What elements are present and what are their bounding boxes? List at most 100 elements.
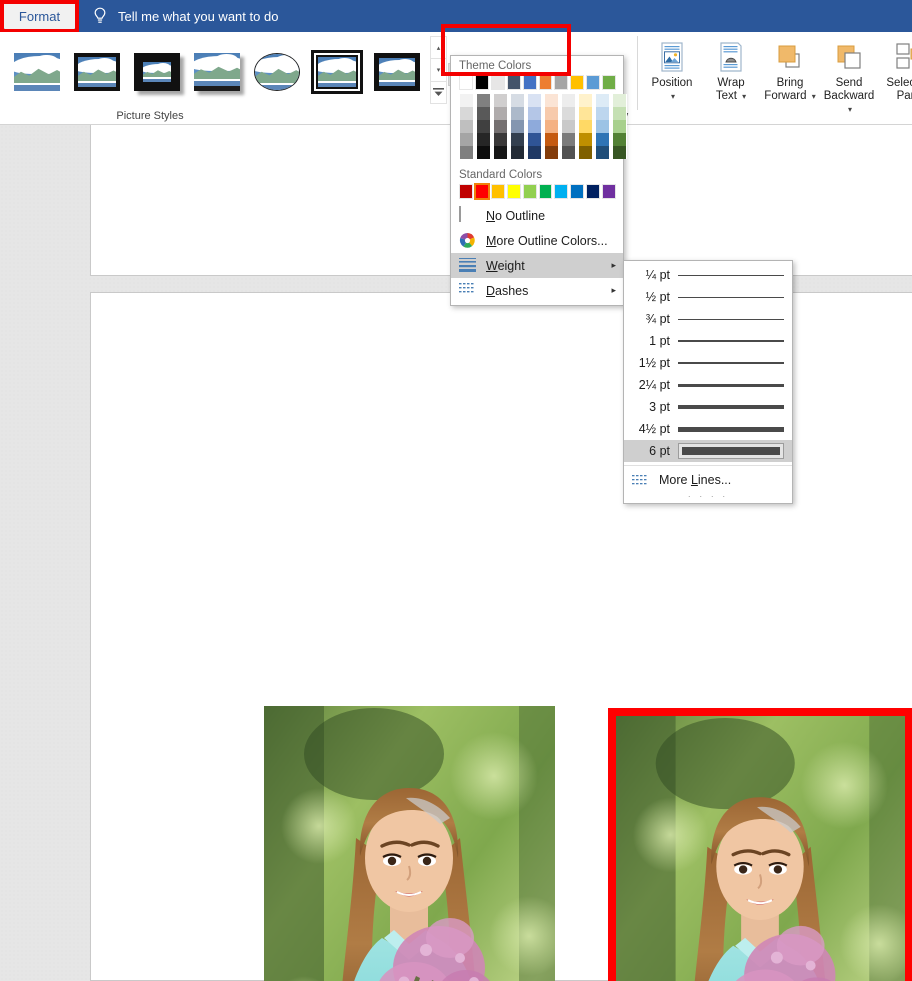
- theme-shade-swatch-1-4[interactable]: [476, 146, 491, 159]
- theme-shade-swatch-5-2[interactable]: [544, 120, 559, 133]
- theme-shade-swatch-1-1[interactable]: [476, 107, 491, 120]
- picture-style-oval[interactable]: [248, 43, 304, 99]
- weight-option-2[interactable]: ¾ pt: [624, 308, 792, 330]
- theme-shade-swatch-4-4[interactable]: [527, 146, 542, 159]
- theme-shade-swatch-8-1[interactable]: [595, 107, 610, 120]
- selection-pane-button[interactable]: Selection Pane: [876, 40, 912, 114]
- theme-shade-swatch-6-0[interactable]: [561, 94, 576, 107]
- theme-shade-swatch-9-3[interactable]: [612, 133, 627, 146]
- theme-shade-swatch-9-1[interactable]: [612, 107, 627, 120]
- theme-shade-swatch-4-3[interactable]: [527, 133, 542, 146]
- theme-shade-swatch-5-3[interactable]: [544, 133, 559, 146]
- theme-color-swatch-3[interactable]: [506, 75, 521, 90]
- theme-shade-swatch-2-2[interactable]: [493, 120, 508, 133]
- more-outline-colors-item[interactable]: More Outline Colors...: [451, 228, 623, 253]
- theme-shade-swatch-7-1[interactable]: [578, 107, 593, 120]
- theme-shade-swatch-7-4[interactable]: [578, 146, 593, 159]
- standard-color-swatch-0[interactable]: [459, 184, 473, 199]
- weight-option-7[interactable]: 4½ pt: [624, 418, 792, 440]
- weight-options-list[interactable]: ¼ pt ½ pt ¾ pt 1 pt 1½ pt 2¼ pt 3 pt 4½ pt 6 pt: [624, 264, 792, 462]
- picture-style-bevel-rectangle[interactable]: [368, 43, 424, 99]
- tell-me-box[interactable]: Tell me what you want to do: [92, 0, 278, 32]
- tab-format[interactable]: Format: [4, 3, 75, 29]
- theme-color-swatch-1[interactable]: [474, 75, 489, 90]
- theme-shade-swatch-4-2[interactable]: [527, 120, 542, 133]
- theme-shade-swatch-6-1[interactable]: [561, 107, 576, 120]
- picture-style-double-frame-black[interactable]: [308, 43, 364, 99]
- theme-shade-swatch-9-2[interactable]: [612, 120, 627, 133]
- send-backward-button[interactable]: Send Backward ▾: [820, 40, 878, 114]
- theme-color-swatch-7[interactable]: [570, 75, 585, 90]
- picture-with-red-border[interactable]: [608, 708, 912, 981]
- theme-shade-swatch-2-3[interactable]: [493, 133, 508, 146]
- standard-color-swatch-9[interactable]: [602, 184, 617, 199]
- weight-option-6[interactable]: 3 pt: [624, 396, 792, 418]
- theme-shade-swatch-3-0[interactable]: [510, 94, 525, 107]
- theme-color-swatch-5[interactable]: [538, 75, 553, 90]
- standard-color-swatch-7[interactable]: [570, 184, 585, 199]
- theme-shade-swatch-1-2[interactable]: [476, 120, 491, 133]
- gallery-more-button[interactable]: [431, 81, 446, 103]
- more-lines-item[interactable]: More Lines...: [624, 468, 792, 492]
- standard-color-swatch-1[interactable]: [473, 183, 490, 200]
- dashes-item[interactable]: Dashes ▸: [451, 278, 623, 303]
- theme-shade-swatch-5-1[interactable]: [544, 107, 559, 120]
- submenu-grip[interactable]: · · · ·: [624, 492, 792, 503]
- weight-option-1[interactable]: ½ pt: [624, 286, 792, 308]
- theme-shade-swatch-2-0[interactable]: [493, 94, 508, 107]
- gallery-scroll-up-button[interactable]: ▴: [431, 37, 446, 60]
- weight-option-8[interactable]: 6 pt: [624, 440, 792, 462]
- theme-shade-swatch-3-3[interactable]: [510, 133, 525, 146]
- standard-color-swatch-5[interactable]: [538, 184, 553, 199]
- weight-option-0[interactable]: ¼ pt: [624, 264, 792, 286]
- standard-color-swatch-4[interactable]: [522, 184, 537, 199]
- theme-shade-swatch-8-4[interactable]: [595, 146, 610, 159]
- theme-shade-swatch-4-1[interactable]: [527, 107, 542, 120]
- theme-shades-grid[interactable]: [451, 90, 627, 165]
- weight-option-5[interactable]: 2¼ pt: [624, 374, 792, 396]
- theme-shade-swatch-3-2[interactable]: [510, 120, 525, 133]
- theme-shade-swatch-0-4[interactable]: [459, 146, 474, 159]
- theme-shade-swatch-6-2[interactable]: [561, 120, 576, 133]
- theme-shade-swatch-5-0[interactable]: [544, 94, 559, 107]
- theme-shade-swatch-3-1[interactable]: [510, 107, 525, 120]
- weight-item[interactable]: Weight ▸: [451, 253, 623, 278]
- picture-styles-gallery[interactable]: [0, 36, 428, 106]
- standard-color-swatch-8[interactable]: [586, 184, 601, 199]
- theme-color-swatch-4[interactable]: [522, 75, 537, 90]
- theme-shade-swatch-8-0[interactable]: [595, 94, 610, 107]
- theme-shade-swatch-5-4[interactable]: [544, 146, 559, 159]
- picture-style-soft-edge[interactable]: [8, 43, 64, 99]
- position-button[interactable]: Position ▾: [643, 40, 701, 114]
- theme-shade-swatch-8-2[interactable]: [595, 120, 610, 133]
- picture-style-simple-frame-black[interactable]: [68, 43, 124, 99]
- gallery-scroll-controls[interactable]: ▴ ▾: [430, 36, 447, 104]
- standard-colors-row[interactable]: [451, 183, 623, 203]
- theme-color-swatch-8[interactable]: [586, 75, 601, 90]
- theme-color-swatch-9[interactable]: [602, 75, 617, 90]
- theme-shade-swatch-1-0[interactable]: [476, 94, 491, 107]
- standard-color-swatch-2[interactable]: [490, 184, 505, 199]
- bring-forward-button[interactable]: Bring Forward ▾: [761, 40, 819, 114]
- standard-color-swatch-3[interactable]: [506, 184, 521, 199]
- weight-option-4[interactable]: 1½ pt: [624, 352, 792, 374]
- theme-color-swatch-0[interactable]: [459, 75, 473, 90]
- theme-colors-row[interactable]: [451, 75, 623, 90]
- picture-style-thick-matte-black[interactable]: [128, 43, 184, 99]
- theme-shade-swatch-2-1[interactable]: [493, 107, 508, 120]
- theme-shade-swatch-9-4[interactable]: [612, 146, 627, 159]
- theme-shade-swatch-7-2[interactable]: [578, 120, 593, 133]
- theme-color-swatch-6[interactable]: [554, 75, 569, 90]
- theme-shade-swatch-1-3[interactable]: [476, 133, 491, 146]
- picture-style-drop-shadow-rect[interactable]: [188, 43, 244, 99]
- theme-shade-swatch-0-0[interactable]: [459, 94, 474, 107]
- picture-style-reflected-rounded[interactable]: [0, 43, 4, 99]
- standard-color-swatch-6[interactable]: [554, 184, 569, 199]
- picture-no-border[interactable]: [264, 706, 555, 981]
- theme-shade-swatch-0-2[interactable]: [459, 120, 474, 133]
- theme-shade-swatch-0-1[interactable]: [459, 107, 474, 120]
- theme-shade-swatch-7-3[interactable]: [578, 133, 593, 146]
- theme-shade-swatch-2-4[interactable]: [493, 146, 508, 159]
- theme-shade-swatch-6-3[interactable]: [561, 133, 576, 146]
- weight-option-3[interactable]: 1 pt: [624, 330, 792, 352]
